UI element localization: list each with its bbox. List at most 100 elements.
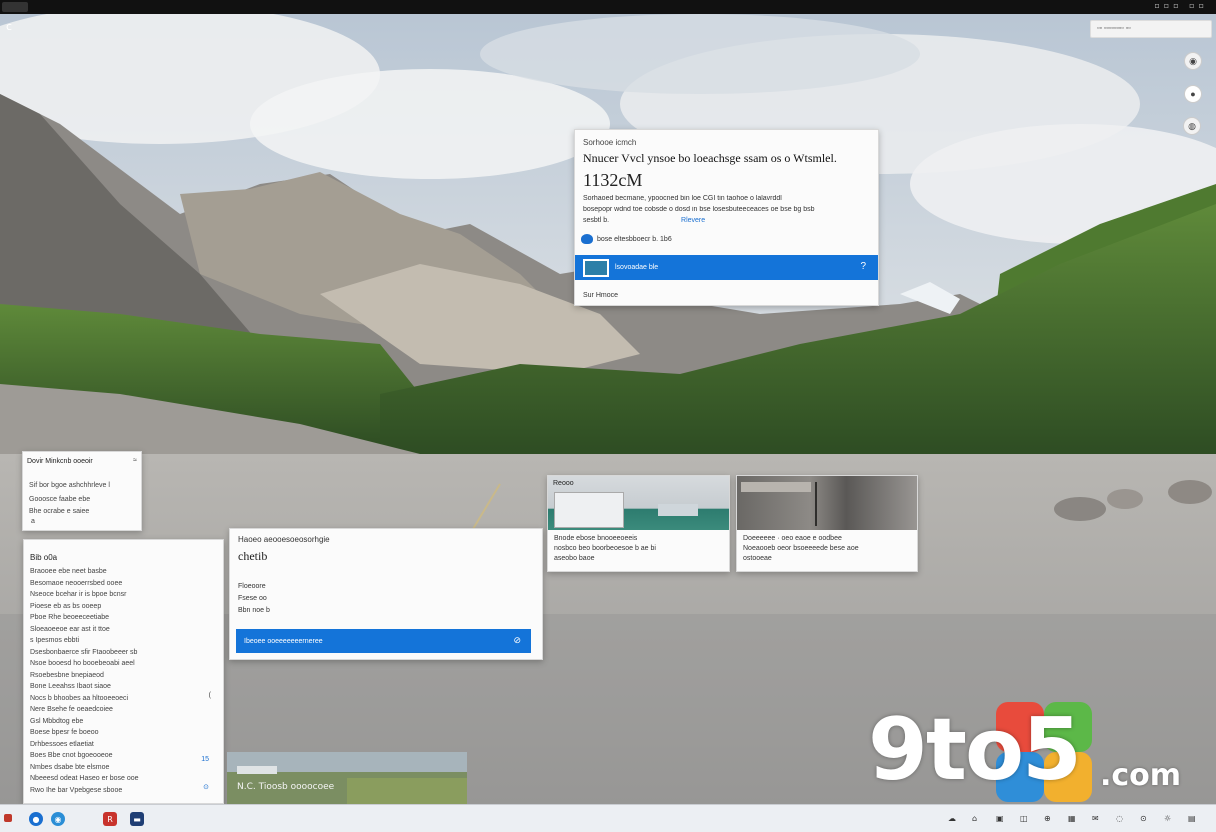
list-item[interactable]: Pboe Rhe beoeeceetiabe (30, 612, 220, 624)
browser-icon[interactable]: ◉ (51, 812, 65, 826)
news-card[interactable]: Doeeeeee · oeo eaoe e oodbee Noeaooeb oe… (736, 475, 918, 572)
list-item[interactable]: Nere Bsehe fe oeaedcoiee (30, 704, 220, 716)
browser-glyph: ◉ (54, 814, 62, 824)
tray-icon[interactable]: ⊙ (1140, 814, 1150, 824)
list-item[interactable]: Bone Leeahss Ibaot siaoe (30, 681, 220, 693)
small-card-line: Sif bor bgoe ashchhrleve l (29, 482, 110, 489)
tray-icon[interactable]: ◫ (1020, 814, 1030, 824)
news-list-panel: Bib o0a Braooee ebe neet basbe Besomaoe n… (23, 539, 224, 804)
account-icon (581, 234, 593, 244)
news-headline-line: Bnode ebose bnooeeoeeis (554, 535, 638, 542)
account-text: bose eltesbboecr b. 1b6 (597, 235, 672, 243)
terminal-glyph: ▬ (133, 814, 141, 824)
flyout-body-line: sesbtl b. Rlevere (583, 217, 705, 224)
flyout-primary-action[interactable]: lsovoadae ble ? (575, 255, 878, 280)
small-card-line: a (31, 518, 35, 525)
top-bar-app-chip[interactable] (2, 2, 28, 12)
flyout-footer-link[interactable]: Sur Hmoce (583, 292, 618, 299)
flyout-account-row[interactable]: bose eltesbboecr b. 1b6 (581, 234, 672, 244)
list-item[interactable]: Nmbes dsabe bte elsmoe (30, 762, 220, 774)
tray-icon[interactable]: ⊕ (1044, 814, 1054, 824)
news-card[interactable]: Reooo Bnode ebose bnooeeoeeis nosbco beo… (547, 475, 730, 572)
corner-glyph: ᴄ (6, 20, 13, 33)
top-system-bar: ▫▫▫ ▫▫ (0, 0, 1216, 14)
flyout-time: 1132cM (583, 170, 643, 190)
list-item[interactable]: Drhbessoes etlaetiat (30, 739, 220, 751)
news-headline: Doeeeeee · oeo eaoe e oodbee Noeaooeb oe… (743, 534, 859, 564)
taskbar: ● ◉ R ▬ ☁ ⌂ ▣ ◫ ⊕ ▦ ✉ ◌ ⊙ ☼ ▤ (0, 804, 1216, 832)
list-item[interactable]: Nocs b bhoobes aa hltooeeoeci (30, 693, 220, 705)
main-flyout-panel: Sorhooe icmch Nnucer Vvcl ynsoe bo loeac… (574, 129, 879, 306)
news-headline-line: aseobo baoe (554, 555, 595, 562)
record-icon[interactable]: ● (1184, 85, 1202, 103)
photo-caption: N.C. Tioosb oooocoee (237, 782, 335, 792)
news-headline-line: Doeeeeee · oeo eaoe e oodbee (743, 535, 842, 542)
tray-icon[interactable]: ✉ (1092, 814, 1102, 824)
tray-icon[interactable]: ◌ (1116, 814, 1126, 824)
office-app-icon[interactable]: R (103, 812, 117, 826)
list-item[interactable]: Boes Bbe cnot bgoeooeoe (30, 750, 220, 762)
tray-icon[interactable]: ⌂ (972, 814, 982, 824)
news-thumbnail-shape (815, 482, 817, 526)
monitor-icon (583, 258, 609, 277)
small-card-line: Gooosce faabe ebe (29, 496, 91, 503)
photo-thumbnail-image (227, 752, 467, 804)
news-headline-line: Noeaooeb oeor bsoeeeede bese aoe (743, 545, 859, 552)
list-item[interactable]: Dsesbonbaerce sfir Ftaoobeeer sb (30, 647, 220, 659)
news-thumbnail-shape (658, 504, 698, 516)
flyout-body-text: sesbtl b. (583, 217, 610, 224)
list-item[interactable]: Rwo Ihe bar Vpebgese sbooe (30, 785, 220, 797)
list-item[interactable]: Gsl Mbbdtog ebe (30, 716, 220, 728)
list-item[interactable]: s Ipesmos ebbti (30, 635, 220, 647)
small-widget-card: Dovir Minkcnb ooeoir ≈ Sif bor bgoe ashc… (22, 451, 142, 531)
news-source-label: Reooo (553, 480, 574, 487)
news-thumbnail (737, 476, 917, 530)
refresh-icon[interactable]: ⊘ (513, 635, 521, 646)
logo-wordmark: 9to5 (868, 700, 1082, 800)
weather-action-button[interactable]: Ibeoee ooeeeeeeerneree ⊘ (236, 629, 531, 653)
photo-thumbnail-card[interactable]: N.C. Tioosb oooocoee (227, 752, 467, 804)
globe-icon[interactable]: ◍ (1183, 117, 1201, 135)
list-item[interactable]: Rsoebesbne bnepiaeod (30, 670, 220, 682)
list-side-mark: ⊙ (203, 784, 209, 791)
flyout-link[interactable]: Rlevere (681, 217, 705, 224)
list-title: Bib o0a (30, 553, 58, 562)
list-item[interactable]: Nseoce bcehar ir is bpoe bcnsr (30, 589, 220, 601)
weather-line: Bbn noe b (238, 607, 270, 614)
flyout-title: Nnucer Vvcl ynsoe bo loeachsge ssam os o… (583, 151, 837, 165)
news-thumbnail (548, 476, 729, 530)
list-item[interactable]: Sloeaoeeoe ear ast it ttoe (30, 624, 220, 636)
weather-city: chetib (238, 549, 268, 563)
tray-icon[interactable]: ▦ (1068, 814, 1078, 824)
small-card-line: Bhe ocrabe e saiee (29, 508, 90, 515)
list-item[interactable]: Pioese eb as bs ooeep (30, 601, 220, 613)
terminal-icon[interactable]: ▬ (130, 812, 144, 826)
weather-action-label: Ibeoee ooeeeeeeerneree (244, 637, 323, 645)
list-item[interactable]: Nsoe booesd ho booebeoabi aeel (30, 658, 220, 670)
tray-icon[interactable]: ☼ (1164, 814, 1174, 824)
help-icon[interactable]: ? (860, 261, 866, 272)
start-glyph: ● (32, 814, 40, 824)
start-icon[interactable]: ● (29, 812, 43, 826)
top-bar-status-icons[interactable]: ▫▫▫ ▫▫ (1154, 1, 1208, 10)
notification-dot-icon[interactable] (4, 814, 12, 822)
tray-icon[interactable]: ▣ (996, 814, 1006, 824)
news-headline: Bnode ebose bnooeeoeeis nosbco beo boorb… (554, 534, 656, 564)
list-item[interactable]: Besomaoe neooerrsbed ooee (30, 578, 220, 590)
logo-suffix: .com (1100, 758, 1182, 793)
weather-line: Fsese oo (238, 595, 267, 602)
list-item[interactable]: Boese bpesr fe boeoo (30, 727, 220, 739)
list-item[interactable]: Nbeeesd odeat Haseo er bose ooe (30, 773, 220, 785)
flyout-body-line: Sorhaoed becmane, ypoocned bin loe CGI t… (583, 195, 782, 202)
small-card-menu-icon[interactable]: ≈ (133, 455, 137, 466)
notification-chip[interactable]: ▫▫ ▫▫▫▫▫▫▫▫ ▫▫ (1090, 20, 1212, 38)
weather-line: Floeoore (238, 583, 266, 590)
list-item[interactable]: Braooee ebe neet basbe (30, 566, 220, 578)
tray-icon[interactable]: ☁ (948, 814, 958, 824)
list-lines: Braooee ebe neet basbe Besomaoe neooerrsb… (30, 566, 220, 796)
tray-icon[interactable]: ▤ (1188, 814, 1198, 824)
news-thumbnail-shape (554, 492, 624, 528)
profile-icon[interactable]: ◉ (1184, 52, 1202, 70)
weather-widget-card: Haoeo aeooesoeosorhgie chetib Floeoore F… (229, 528, 543, 660)
weather-card-title: Haoeo aeooesoeosorhgie (238, 535, 330, 544)
